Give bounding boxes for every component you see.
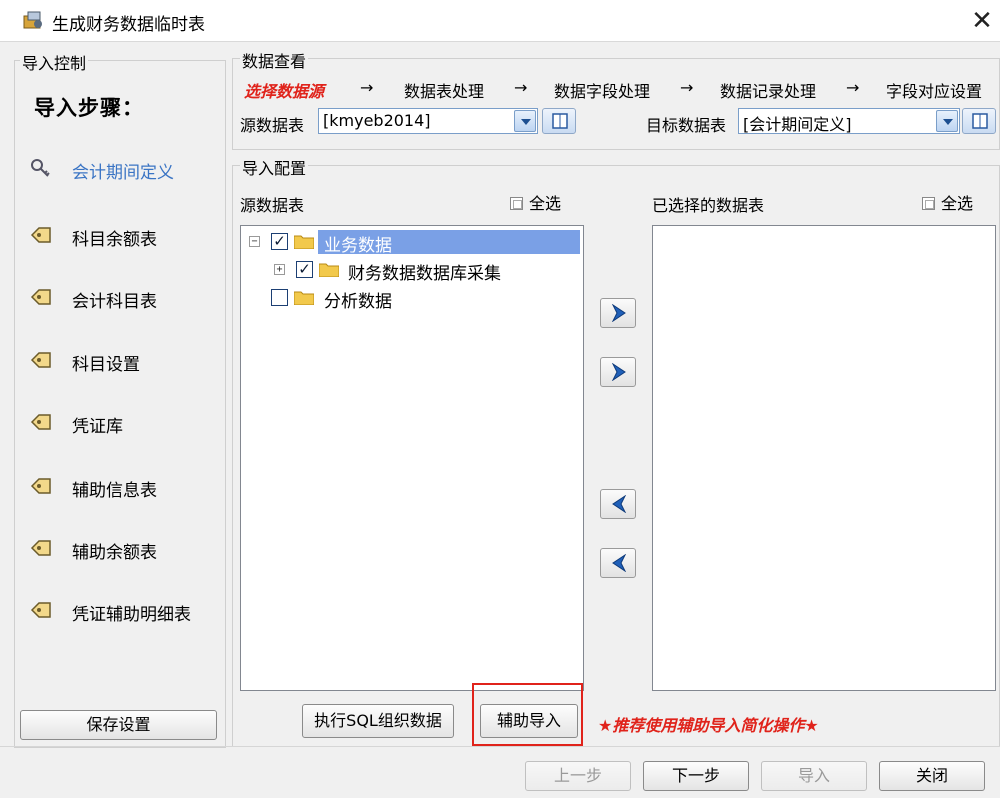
import-steps-heading: 导入步骤：: [34, 96, 144, 120]
step-label: 会计期间定义: [72, 163, 174, 183]
flow-arrow: →: [680, 78, 694, 97]
source-table-browse-button[interactable]: [542, 108, 576, 134]
close-window-button[interactable]: ✕: [966, 4, 998, 38]
tag-icon: [30, 352, 51, 368]
selected-tables-list[interactable]: [652, 225, 996, 691]
flow-step-field-mapping: 字段对应设置: [886, 82, 983, 101]
close-button[interactable]: 关闭: [879, 761, 985, 791]
step-label: 辅助信息表: [72, 481, 157, 501]
title-bar: 生成财务数据临时表 ✕: [0, 0, 1000, 42]
tree-node-label: 财务数据数据库采集: [348, 264, 501, 284]
source-select-all[interactable]: 全选: [510, 190, 561, 214]
book-icon: [552, 113, 568, 129]
source-tables-label: 源数据表: [240, 196, 305, 215]
execute-sql-button[interactable]: 执行SQL组织数据: [302, 704, 454, 738]
footer-separator: [0, 746, 1000, 747]
collapse-icon[interactable]: −: [249, 236, 260, 247]
import-control-title: 导入控制: [20, 50, 89, 74]
arrow-left-icon: [612, 495, 627, 513]
checkbox-checked[interactable]: ✓: [296, 261, 313, 278]
tag-icon: [30, 540, 51, 556]
arrow-right-icon: [611, 363, 626, 381]
arrow-left-icon: [612, 554, 627, 572]
step-label: 科目余额表: [72, 230, 157, 250]
flow-step-field-processing: 数据字段处理: [554, 82, 651, 101]
step-label: 凭证辅助明细表: [72, 605, 191, 625]
flow-arrow: →: [846, 78, 860, 97]
expand-icon[interactable]: +: [274, 264, 285, 275]
step-label: 科目设置: [72, 355, 140, 375]
target-table-label: 目标数据表: [646, 116, 727, 135]
flow-step-select-source: 选择数据源: [244, 82, 325, 101]
chevron-down-icon[interactable]: [936, 110, 958, 132]
flow-step-record-processing: 数据记录处理: [720, 82, 817, 101]
tree-node-finance-db-collection[interactable]: + ✓ 财务数据数据库采集: [246, 258, 580, 284]
save-settings-button[interactable]: 保存设置: [20, 710, 217, 740]
remove-selected-button[interactable]: [600, 489, 636, 519]
key-icon: [31, 159, 50, 177]
tree-node-analysis-data[interactable]: 分析数据: [246, 286, 580, 312]
add-all-button[interactable]: [600, 357, 636, 387]
tree-node-business-data[interactable]: − ✓ 业务数据: [246, 230, 580, 256]
target-table-value: [会计期间定义]: [743, 115, 852, 134]
chevron-down-icon[interactable]: [514, 110, 536, 132]
tag-icon: [30, 414, 51, 430]
step-label: 凭证库: [72, 417, 123, 437]
step-label: 辅助余额表: [72, 543, 157, 563]
import-button[interactable]: 导入: [761, 761, 867, 791]
source-table-label: 源数据表: [240, 116, 305, 135]
flow-arrow: →: [514, 78, 528, 97]
checkbox[interactable]: [922, 197, 935, 210]
import-config-title: 导入配置: [240, 155, 309, 179]
remove-all-button[interactable]: [600, 548, 636, 578]
book-icon: [972, 113, 988, 129]
folder-icon: [294, 291, 314, 305]
target-table-browse-button[interactable]: [962, 108, 996, 134]
recommendation-note: ★推荐使用辅助导入简化操作★: [598, 716, 819, 735]
window-title: 生成财务数据临时表: [52, 15, 205, 35]
source-table-value: [kmyeb2014]: [323, 111, 431, 130]
flow-step-table-processing: 数据表处理: [404, 82, 485, 101]
next-step-button[interactable]: 下一步: [643, 761, 749, 791]
selected-select-all[interactable]: 全选: [922, 190, 973, 214]
data-view-group: [232, 58, 1000, 150]
tree-node-label: 分析数据: [324, 292, 392, 312]
folder-icon: [319, 263, 339, 277]
target-table-select[interactable]: [会计期间定义]: [738, 108, 960, 134]
flow-arrow: →: [360, 78, 374, 97]
tag-icon: [30, 478, 51, 494]
folder-icon: [294, 235, 314, 249]
arrow-right-icon: [611, 304, 626, 322]
data-view-title: 数据查看: [240, 48, 309, 72]
checkbox-checked[interactable]: ✓: [271, 233, 288, 250]
step-label: 会计科目表: [72, 292, 157, 312]
highlight-box: [472, 683, 583, 746]
tag-icon: [30, 289, 51, 305]
checkbox-unchecked[interactable]: [271, 289, 288, 306]
tag-icon: [30, 227, 51, 243]
tag-icon: [30, 602, 51, 618]
prev-step-button[interactable]: 上一步: [525, 761, 631, 791]
app-icon: [23, 11, 42, 29]
source-table-select[interactable]: [kmyeb2014]: [318, 108, 538, 134]
selected-tables-label: 已选择的数据表: [652, 196, 765, 215]
checkbox[interactable]: [510, 197, 523, 210]
tree-node-label: 业务数据: [324, 236, 392, 256]
add-selected-button[interactable]: [600, 298, 636, 328]
